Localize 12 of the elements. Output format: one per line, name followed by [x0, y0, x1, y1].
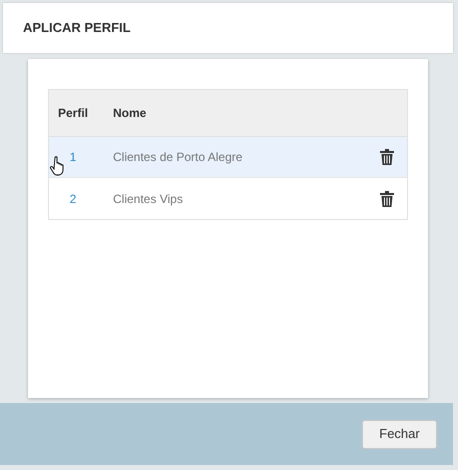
trash-icon[interactable]: [380, 190, 394, 206]
trash-icon[interactable]: [380, 149, 394, 165]
close-button[interactable]: Fechar: [362, 420, 437, 448]
profile-link[interactable]: 1: [70, 148, 76, 166]
dialog-title: APLICAR PERFIL: [23, 19, 131, 38]
column-header: Nome: [113, 105, 146, 122]
hand-cursor-icon: [50, 156, 66, 176]
column-header: Perfil: [56, 105, 89, 122]
table-cell-text: Clientes Vips: [113, 190, 184, 208]
table-cell-text: Clientes de Porto Alegre: [113, 149, 244, 166]
profile-link[interactable]: 2: [70, 190, 76, 208]
table-row[interactable]: 1 Clientes de Porto Alegre: [49, 137, 407, 178]
